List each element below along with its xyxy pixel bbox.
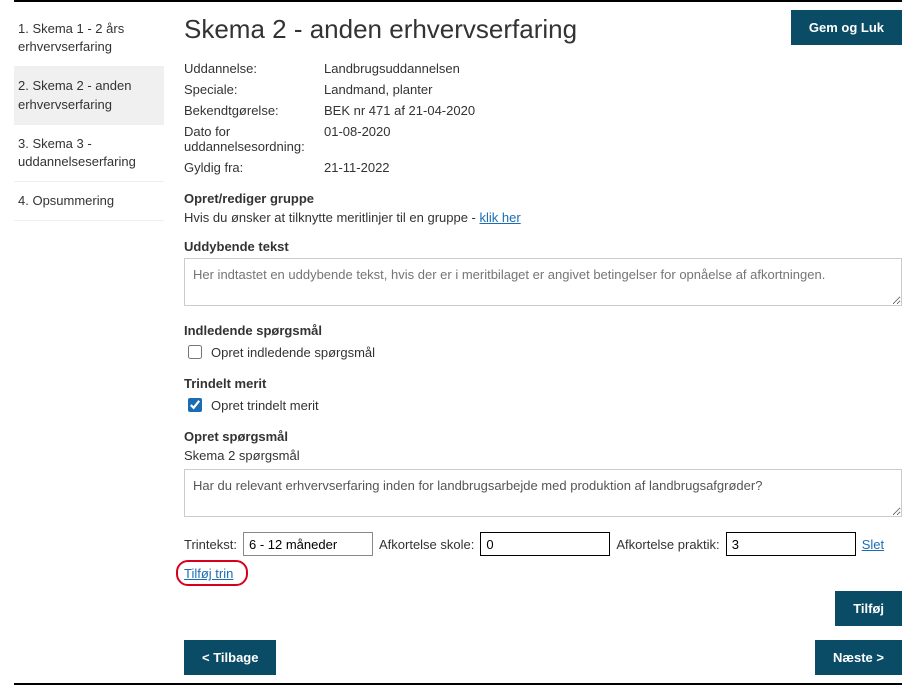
tilfoj-button[interactable]: Tilføj: [835, 591, 902, 626]
sidebar-item-opsummering[interactable]: 4. Opsummering: [14, 182, 164, 221]
info-label-gyldig: Gyldig fra:: [184, 160, 314, 175]
sidebar-item-skema2[interactable]: 2. Skema 2 - anden erhvervserfaring: [14, 67, 164, 124]
trindelt-checkbox-label: Opret trindelt merit: [211, 398, 319, 413]
info-label-uddannelse: Uddannelse:: [184, 61, 314, 76]
info-table: Uddannelse: Landbrugsuddannelsen Special…: [184, 61, 902, 175]
trin-row: Trintekst: Afkortelse skole: Afkortelse …: [184, 532, 902, 556]
uddybende-textarea[interactable]: [184, 258, 902, 306]
tilfoj-trin-link[interactable]: Tilføj trin: [184, 566, 233, 581]
info-value-dato: 01-08-2020: [324, 124, 902, 154]
save-close-button[interactable]: Gem og Luk: [791, 10, 902, 45]
afk-praktik-input[interactable]: [726, 532, 856, 556]
group-title: Opret/rediger gruppe: [184, 191, 902, 206]
info-value-gyldig: 21-11-2022: [324, 160, 902, 175]
info-label-dato: Dato for uddannelsesordning:: [184, 124, 314, 154]
afk-skole-label: Afkortelse skole:: [379, 537, 474, 552]
opret-spg-textarea[interactable]: Har du relevant erhvervserfaring inden f…: [184, 469, 902, 517]
info-value-bekendtgoerelse: BEK nr 471 af 21-04-2020: [324, 103, 902, 118]
page-title: Skema 2 - anden erhvervserfaring: [184, 14, 577, 45]
trintekst-label: Trintekst:: [184, 537, 237, 552]
sidebar-item-label: 4. Opsummering: [18, 193, 114, 208]
indledende-title: Indledende spørgsmål: [184, 323, 902, 338]
sidebar-item-label: 1. Skema 1 - 2 års erhvervserfaring: [18, 21, 124, 54]
indledende-checkbox-label: Opret indledende spørgsmål: [211, 345, 375, 360]
sidebar-item-label: 3. Skema 3 - uddannelseserfaring: [18, 136, 136, 169]
indledende-checkbox-row[interactable]: Opret indledende spørgsmål: [184, 342, 902, 362]
trintekst-input[interactable]: [243, 532, 373, 556]
tilbage-button[interactable]: < Tilbage: [184, 640, 276, 675]
trindelt-title: Trindelt merit: [184, 376, 902, 391]
opret-spg-title: Opret spørgsmål: [184, 429, 902, 444]
afk-praktik-label: Afkortelse praktik:: [616, 537, 719, 552]
trindelt-checkbox[interactable]: [188, 398, 202, 412]
group-helper: Hvis du ønsker at tilknytte meritlinjer …: [184, 210, 902, 225]
slet-link[interactable]: Slet: [862, 537, 884, 552]
info-value-uddannelse: Landbrugsuddannelsen: [324, 61, 902, 76]
opret-spg-subtitle: Skema 2 spørgsmål: [184, 448, 902, 463]
sidebar: 1. Skema 1 - 2 års erhvervserfaring 2. S…: [14, 10, 164, 675]
group-helper-text: Hvis du ønsker at tilknytte meritlinjer …: [184, 210, 480, 225]
indledende-checkbox[interactable]: [188, 345, 202, 359]
sidebar-item-skema3[interactable]: 3. Skema 3 - uddannelseserfaring: [14, 125, 164, 182]
sidebar-item-label: 2. Skema 2 - anden erhvervserfaring: [18, 78, 131, 111]
info-value-speciale: Landmand, planter: [324, 82, 902, 97]
info-label-speciale: Speciale:: [184, 82, 314, 97]
main-content: Skema 2 - anden erhvervserfaring Gem og …: [184, 10, 902, 675]
uddybende-title: Uddybende tekst: [184, 239, 902, 254]
naeste-button[interactable]: Næste >: [815, 640, 902, 675]
info-label-bekendtgoerelse: Bekendtgørelse:: [184, 103, 314, 118]
sidebar-item-skema1[interactable]: 1. Skema 1 - 2 års erhvervserfaring: [14, 10, 164, 67]
trindelt-checkbox-row[interactable]: Opret trindelt merit: [184, 395, 902, 415]
group-link[interactable]: klik her: [480, 210, 521, 225]
afk-skole-input[interactable]: [480, 532, 610, 556]
